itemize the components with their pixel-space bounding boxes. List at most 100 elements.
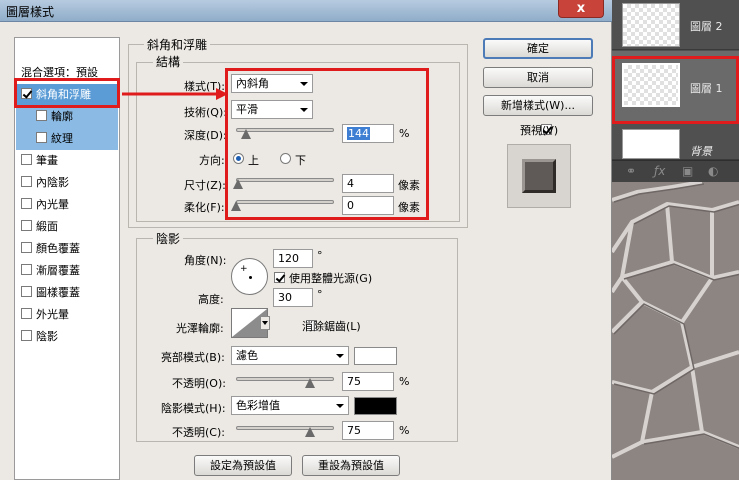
structure-title: 結構 — [153, 53, 184, 70]
global-light-checkbox[interactable] — [274, 272, 285, 283]
style-checkbox[interactable] — [21, 242, 32, 253]
style-list-label: 輪廓 — [51, 110, 73, 123]
style-list-label: 漸層覆蓋 — [36, 264, 80, 277]
style-list-item[interactable]: 輪廓 — [16, 106, 118, 128]
highlight-mode-value: 濾色 — [236, 349, 258, 362]
angle-input[interactable]: 120 — [273, 249, 313, 268]
highlight-opacity-track[interactable] — [236, 377, 334, 381]
window-title: 圖層樣式 — [6, 5, 55, 19]
annotation-arrow-icon — [122, 88, 228, 100]
bevel-emboss-title: 斜角和浮雕 — [144, 36, 211, 53]
highlight-opacity-handle[interactable] — [304, 378, 315, 388]
style-list-item[interactable]: 陰影 — [16, 326, 118, 348]
document-canvas — [612, 182, 739, 480]
dial-center-icon — [249, 276, 252, 279]
style-list-label: 內光暈 — [36, 198, 69, 211]
altitude-input[interactable]: 30 — [273, 288, 313, 307]
technique-label: 技術(Q): — [184, 106, 227, 119]
style-list-item[interactable]: 圖樣覆蓋 — [16, 282, 118, 304]
shadow-opacity-label: 不透明(C): — [172, 426, 225, 439]
annotation-box-list — [14, 78, 120, 108]
angle-degree: ° — [317, 249, 323, 262]
layer-row[interactable]: 背景 — [612, 124, 739, 160]
style-checkbox[interactable] — [21, 220, 32, 231]
depth-label: 深度(D): — [184, 129, 227, 142]
style-checkbox[interactable] — [21, 330, 32, 341]
ok-button[interactable]: 確定 — [483, 38, 593, 59]
shadow-mode-label: 陰影模式(H): — [161, 402, 226, 415]
style-list-item[interactable]: 紋理 — [16, 128, 118, 150]
light-crosshair-icon: + — [240, 264, 248, 274]
layer-name: 圖層 2 — [690, 20, 723, 33]
mask-icon[interactable]: ▣ — [682, 164, 693, 178]
highlight-mode-select[interactable]: 濾色 — [231, 346, 349, 365]
shadow-mode-select[interactable]: 色彩增值 — [231, 396, 349, 415]
style-list-label: 紋理 — [51, 132, 73, 145]
layer-name: 背景 — [690, 145, 712, 158]
shadow-opacity-track[interactable] — [236, 426, 334, 430]
style-list-label: 筆畫 — [36, 154, 58, 167]
layer-thumbnail — [622, 129, 680, 159]
style-list-label: 圖樣覆蓋 — [36, 286, 80, 299]
title-bar: 圖層樣式 — [0, 0, 612, 22]
new-style-button[interactable]: 新增樣式(W)... — [483, 95, 593, 116]
highlight-color-swatch[interactable] — [354, 347, 397, 365]
chevron-down-icon — [336, 404, 344, 408]
highlight-opacity-label: 不透明(O): — [172, 377, 226, 390]
size-label: 尺寸(Z): — [184, 179, 226, 192]
chevron-down-icon — [336, 354, 344, 358]
style-checkbox[interactable] — [21, 154, 32, 165]
cancel-button[interactable]: 取消 — [483, 67, 593, 88]
style-preview-box — [507, 144, 571, 208]
shadow-color-swatch[interactable] — [354, 397, 397, 415]
style-list-item[interactable]: 外光暈 — [16, 304, 118, 326]
style-list-item[interactable]: 漸層覆蓋 — [16, 260, 118, 282]
angle-label: 角度(N): — [184, 254, 227, 267]
highlight-mode-label: 亮部模式(B): — [161, 351, 225, 364]
style-checkbox[interactable] — [21, 308, 32, 319]
style-checkbox[interactable] — [21, 198, 32, 209]
style-list-item[interactable]: 顏色覆蓋 — [16, 238, 118, 260]
reset-default-button[interactable]: 重設為預設值 — [302, 455, 400, 476]
shadow-opacity-input[interactable]: 75 — [342, 421, 394, 440]
soften-label: 柔化(F): — [184, 201, 225, 214]
preview-label: 預視(V) — [520, 124, 559, 137]
adjustment-icon[interactable]: ◐ — [708, 164, 718, 178]
altitude-label: 高度: — [198, 293, 224, 306]
annotation-box-structure — [225, 68, 429, 220]
direction-label: 方向: — [199, 154, 225, 167]
style-checkbox[interactable] — [36, 110, 47, 121]
fx-icon[interactable]: ƒx — [654, 164, 665, 178]
style-checkbox[interactable] — [21, 286, 32, 297]
gloss-contour-dropdown[interactable] — [260, 316, 270, 330]
style-list-item[interactable]: 內陰影 — [16, 172, 118, 194]
global-light-label: 使用整體光源(G) — [289, 272, 373, 285]
shadow-mode-value: 色彩增值 — [236, 399, 280, 412]
highlight-opacity-input[interactable]: 75 — [342, 372, 394, 391]
style-list-label: 陰影 — [36, 330, 58, 343]
angle-dial[interactable]: + — [231, 258, 268, 295]
preview-swatch — [522, 159, 556, 193]
shading-title: 陰影 — [153, 230, 184, 247]
highlight-opacity-unit: % — [399, 375, 410, 388]
style-list-item[interactable]: 緞面 — [16, 216, 118, 238]
style-checkbox[interactable] — [21, 176, 32, 187]
make-default-button[interactable]: 設定為預設值 — [194, 455, 292, 476]
style-list-label: 緞面 — [36, 220, 58, 233]
close-button[interactable]: x — [558, 0, 604, 18]
gloss-contour-label: 光澤輪廓: — [176, 322, 224, 335]
layer-thumbnail — [622, 3, 680, 47]
layer-row[interactable]: 圖層 2 — [612, 0, 739, 50]
annotation-box-layer — [612, 56, 739, 124]
style-list-item[interactable]: 筆畫 — [16, 150, 118, 172]
style-checkbox[interactable] — [21, 264, 32, 275]
style-list-item[interactable]: 內光暈 — [16, 194, 118, 216]
link-icon[interactable]: ⚭ — [626, 164, 636, 178]
style-list-label: 外光暈 — [36, 308, 69, 321]
style-checkbox[interactable] — [36, 132, 47, 143]
style-list-label: 顏色覆蓋 — [36, 242, 80, 255]
shadow-opacity-unit: % — [399, 424, 410, 437]
altitude-degree: ° — [317, 288, 323, 301]
shadow-opacity-handle[interactable] — [304, 427, 315, 437]
style-list-label: 內陰影 — [36, 176, 69, 189]
